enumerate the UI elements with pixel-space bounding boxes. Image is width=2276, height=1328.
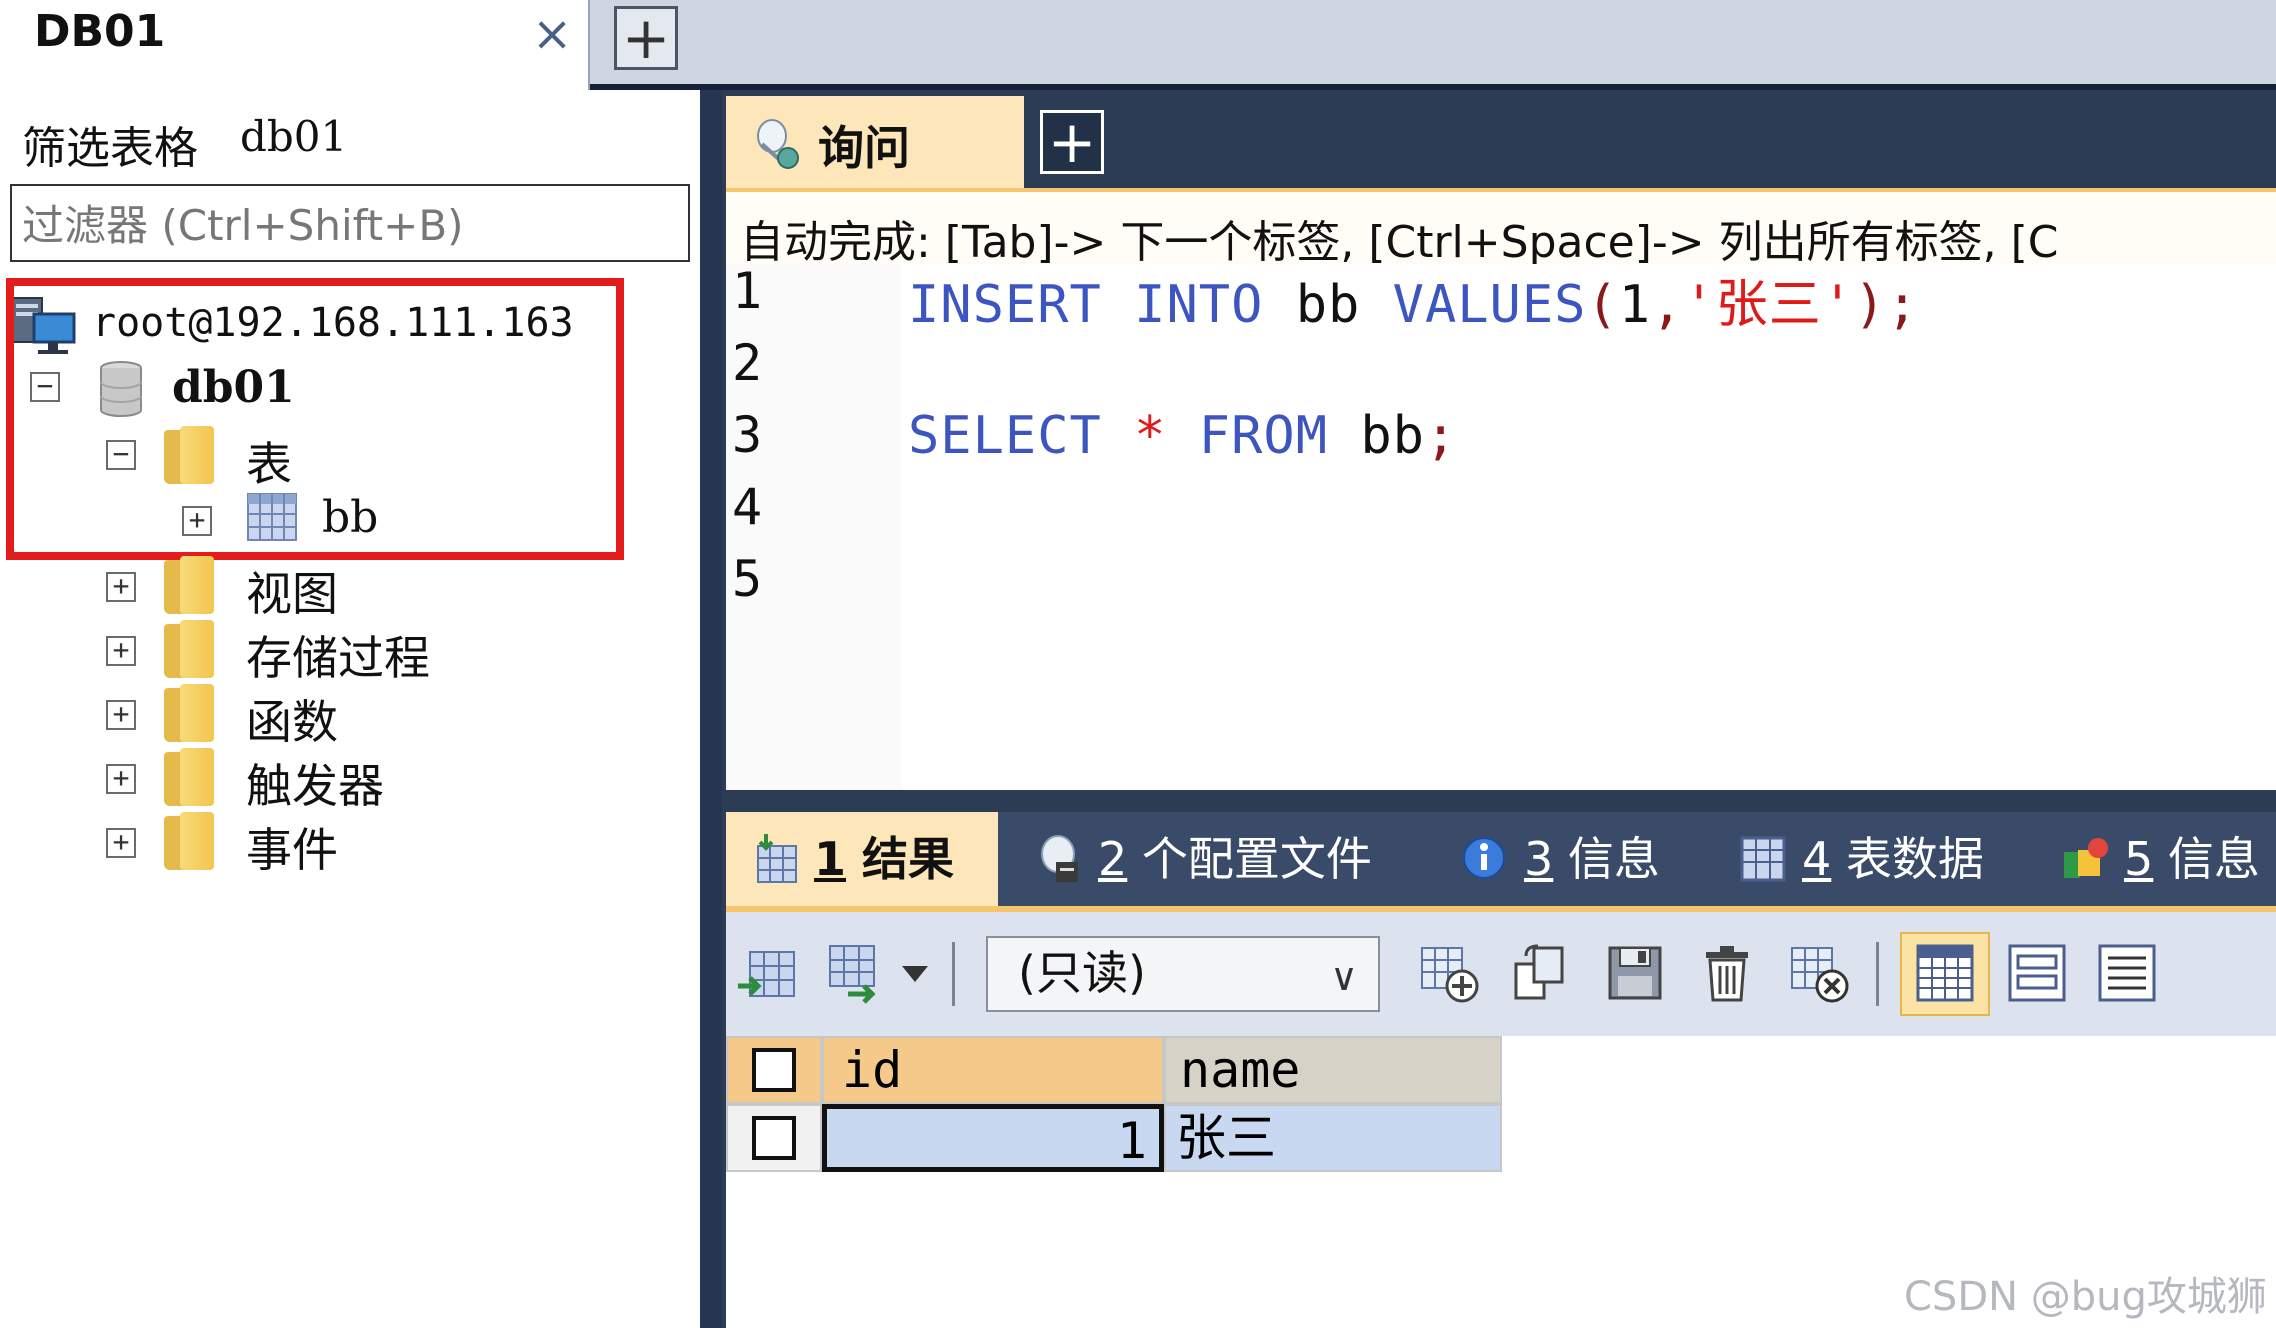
tree-views-folder[interactable]: 视图 [246, 558, 338, 624]
filter-tables-label: 筛选表格 [22, 123, 198, 174]
tab-info[interactable]: 5 信息 [2036, 812, 2276, 906]
filter-db-name: db01 [240, 112, 348, 161]
tab-profile-label: 个配置文件 [1141, 832, 1372, 886]
chevron-down-icon: ∨ [1330, 955, 1358, 999]
export-as-icon[interactable] [826, 942, 888, 1004]
tab-result-label: 结果 [862, 832, 955, 886]
line-number: 4 [732, 478, 763, 536]
expand-functions-toggle[interactable]: + [106, 700, 136, 730]
query-icon [757, 119, 799, 169]
profile-icon [1041, 835, 1078, 882]
close-tab-icon[interactable]: × [532, 6, 572, 62]
line-number: 1 [732, 262, 763, 320]
form-view-icon[interactable] [2006, 942, 2068, 1004]
tab-table-data-number: 4 [1802, 832, 1832, 886]
expand-events-toggle[interactable]: + [106, 828, 136, 858]
line-number: 2 [732, 334, 763, 392]
tree-functions-folder[interactable]: 函数 [246, 686, 338, 752]
code-line-3[interactable]: SELECT * FROM bb; [908, 406, 1457, 466]
duplicate-row-icon[interactable] [1510, 942, 1572, 1004]
folder-icon [164, 684, 214, 742]
tree-procedures-folder[interactable]: 存储过程 [246, 622, 430, 688]
expand-views-toggle[interactable]: + [106, 572, 136, 602]
column-header-id[interactable]: id [822, 1036, 1164, 1104]
connection-tab-db01[interactable]: DB01 × [0, 0, 590, 90]
info-shapes-icon [2064, 838, 2108, 878]
tree-events-folder[interactable]: 事件 [246, 814, 338, 880]
toolbar-divider [1876, 942, 1879, 1006]
sql-punct: ) [1854, 275, 1887, 335]
query-tab-label: 询问 [818, 121, 910, 175]
grid-view-icon [1916, 944, 1974, 1002]
sql-string: '张三' [1683, 275, 1855, 335]
panel-splitter[interactable] [700, 90, 722, 1328]
highlight-box [6, 278, 624, 560]
tab-messages-number: 3 [1524, 832, 1554, 886]
expand-triggers-toggle[interactable]: + [106, 764, 136, 794]
filter-input[interactable]: 过滤器 (Ctrl+Shift+B) [10, 184, 690, 262]
chevron-down-icon[interactable] [900, 962, 930, 986]
sql-star: * [1134, 406, 1167, 466]
tab-result-number: 1 [814, 832, 847, 886]
sql-keyword: FROM [1198, 406, 1329, 466]
add-row-icon[interactable] [1418, 942, 1480, 1004]
sql-keyword: INTO [1134, 275, 1264, 335]
sql-editor[interactable] [726, 264, 2276, 792]
sql-number: 1 [1618, 275, 1652, 335]
autocomplete-hint: 自动完成: [Tab]-> 下一个标签, [Ctrl+Space]-> 列出所有… [740, 217, 2059, 268]
tab-table-data-label: 表数据 [1845, 832, 1984, 886]
sql-punct: , [1651, 275, 1684, 335]
sql-keyword: INSERT [908, 275, 1102, 335]
tab-profile[interactable]: 2 个配置文件 [1010, 812, 1420, 906]
object-browser-panel [0, 90, 700, 1328]
autocomplete-hint-bar: 自动完成: [Tab]-> 下一个标签, [Ctrl+Space]-> 列出所有… [726, 188, 2276, 268]
export-icon[interactable] [736, 942, 798, 1004]
save-icon[interactable] [1604, 942, 1666, 1004]
line-number: 5 [732, 550, 763, 608]
sql-punct: ( [1586, 275, 1619, 335]
query-tab[interactable]: 询问 [726, 96, 1024, 188]
sql-keyword: VALUES [1392, 275, 1587, 335]
cancel-changes-icon[interactable] [1788, 942, 1850, 1004]
sql-punct: ; [1886, 275, 1919, 335]
tab-table-data[interactable]: 4 表数据 [1714, 812, 2024, 906]
row-selector-cell[interactable] [726, 1104, 822, 1172]
connection-tab-title: DB01 [34, 6, 166, 57]
code-line-1[interactable]: INSERT INTO bb VALUES(1,'张三'); [908, 262, 1919, 337]
readonly-select[interactable]: (只读) ∨ [986, 936, 1380, 1012]
text-view-icon[interactable] [2096, 942, 2158, 1004]
tab-result[interactable]: 1 结果 [726, 812, 998, 906]
toolbar-divider [952, 942, 955, 1006]
folder-icon [164, 620, 214, 678]
sql-identifier: bb [1360, 406, 1425, 466]
select-all-cell[interactable] [726, 1036, 822, 1104]
new-connection-tab-button[interactable]: + [614, 6, 678, 70]
tab-profile-number: 2 [1098, 832, 1128, 886]
tree-triggers-folder[interactable]: 触发器 [246, 750, 384, 816]
expand-procedures-toggle[interactable]: + [106, 636, 136, 666]
sql-punct: ; [1424, 406, 1458, 466]
tab-info-label: 信息 [2167, 832, 2260, 886]
readonly-select-value: (只读) [1018, 946, 1146, 1000]
folder-icon [164, 812, 214, 870]
watermark: CSDN @bug攻城狮 [1904, 1274, 2267, 1320]
sql-keyword: SELECT [908, 406, 1102, 466]
tab-info-number: 5 [2124, 832, 2154, 886]
cell-name[interactable]: 张三 [1164, 1104, 1502, 1172]
row-checkbox[interactable] [752, 1116, 796, 1160]
new-query-tab-button[interactable]: + [1040, 110, 1104, 174]
folder-icon [164, 748, 214, 806]
tab-messages-label: 信息 [1567, 832, 1660, 886]
folder-icon [164, 556, 214, 614]
info-icon [1463, 837, 1505, 879]
cell-id[interactable]: 1 [822, 1104, 1164, 1172]
sql-identifier: bb [1295, 275, 1361, 335]
column-header-name[interactable]: name [1164, 1036, 1502, 1104]
result-icon [757, 834, 797, 883]
line-number: 3 [732, 406, 763, 464]
select-all-checkbox[interactable] [752, 1048, 796, 1092]
table-data-icon [1740, 836, 1786, 882]
delete-icon[interactable] [1696, 942, 1758, 1004]
tab-messages[interactable]: 3 信息 [1436, 812, 1706, 906]
